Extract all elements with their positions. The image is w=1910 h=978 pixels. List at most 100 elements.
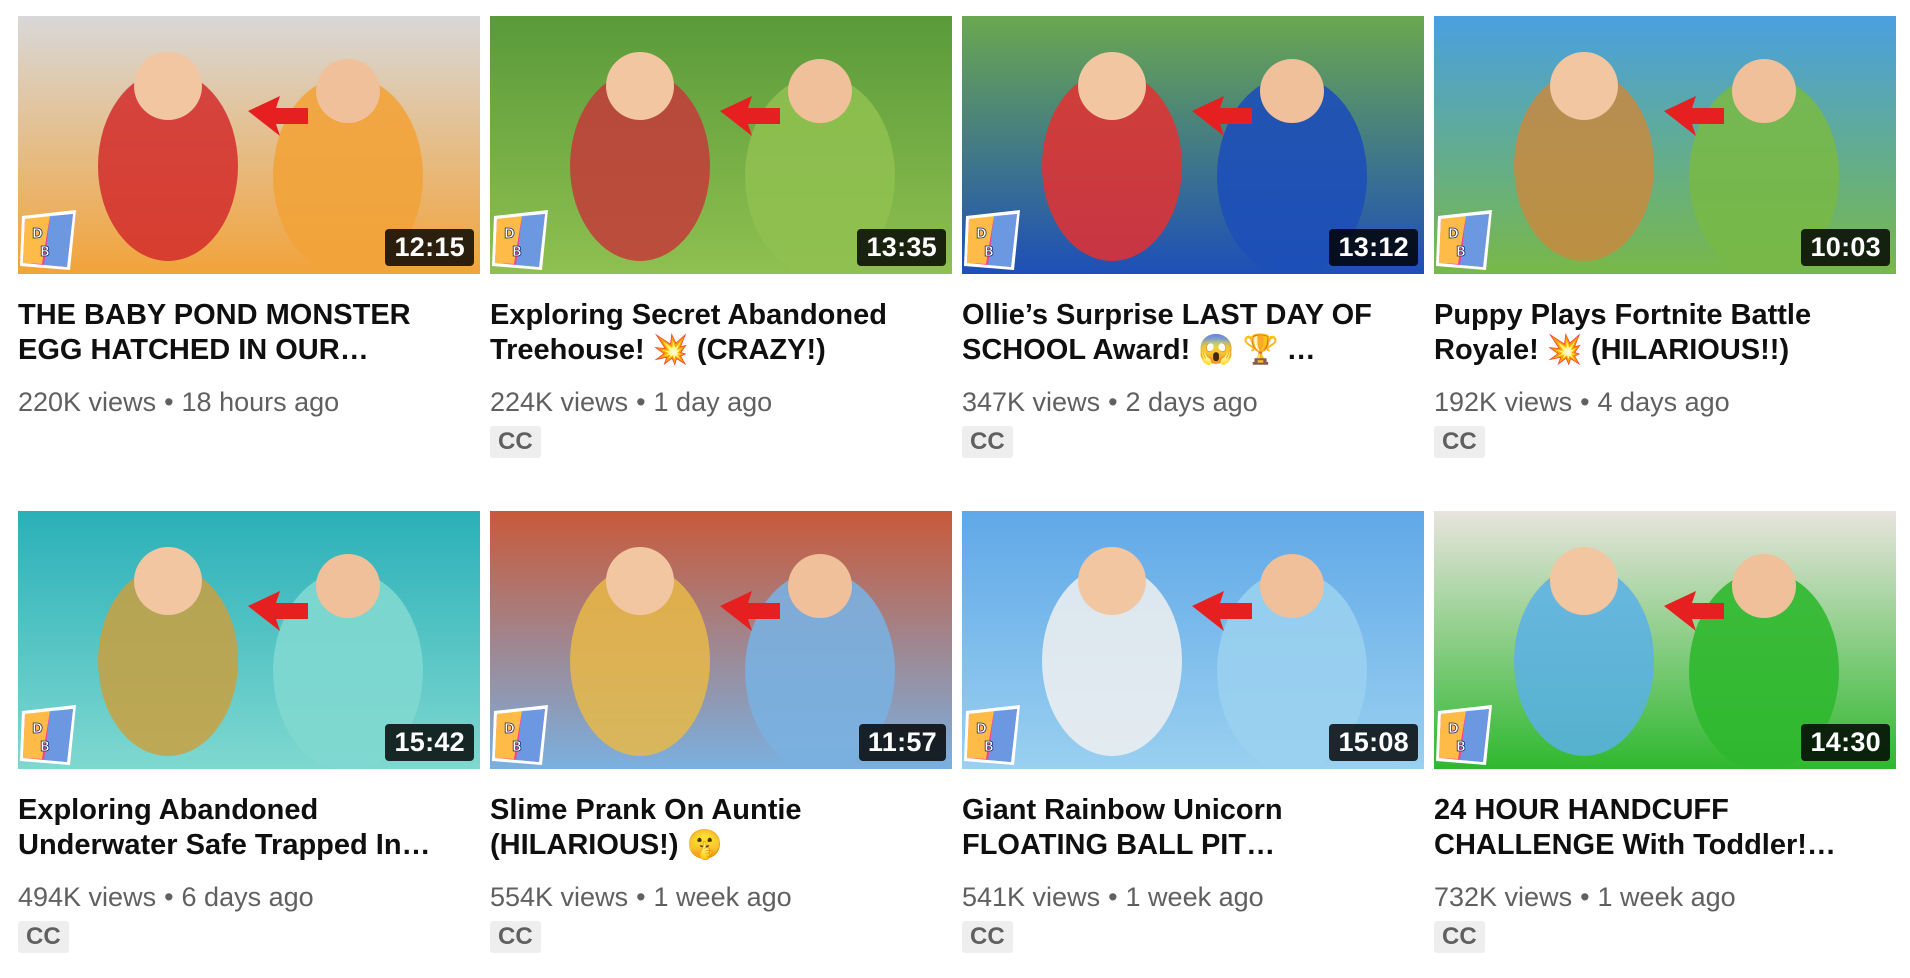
video-card[interactable]: D B 15:42 Exploring Abandoned Underwater… bbox=[18, 511, 480, 978]
svg-text:D: D bbox=[32, 227, 43, 242]
upload-age: 1 week ago bbox=[653, 882, 792, 912]
channel-logo-icon: D B bbox=[1436, 210, 1492, 270]
svg-text:B: B bbox=[512, 740, 522, 755]
svg-text:D: D bbox=[32, 722, 43, 737]
video-card[interactable]: D B 13:12 Ollie’s Surprise LAST DAY OF S… bbox=[962, 16, 1424, 483]
video-title[interactable]: Giant Rainbow Unicorn FLOATING BALL PIT… bbox=[962, 793, 1420, 863]
thumbnail-face-secondary bbox=[1260, 554, 1324, 618]
svg-text:B: B bbox=[984, 245, 994, 260]
meta-separator: • bbox=[164, 387, 174, 417]
video-title[interactable]: THE BABY POND MONSTER EGG HATCHED IN OUR… bbox=[18, 298, 476, 368]
svg-text:D: D bbox=[976, 722, 987, 737]
video-meta: 554K views • 1 week ago bbox=[490, 881, 952, 913]
video-meta: 494K views • 6 days ago bbox=[18, 881, 480, 913]
cc-wrap: CC bbox=[490, 418, 952, 458]
meta-separator: • bbox=[1580, 387, 1590, 417]
video-meta: 347K views • 2 days ago bbox=[962, 386, 1424, 418]
channel-logo-icon: D B bbox=[20, 210, 76, 270]
channel-logo-icon: D B bbox=[492, 705, 548, 765]
channel-logo-icon: D B bbox=[964, 210, 1020, 270]
cc-wrap: CC bbox=[1434, 418, 1896, 458]
view-count: 732K views bbox=[1434, 882, 1573, 912]
thumbnail-face-secondary bbox=[788, 59, 852, 123]
thumbnail-face bbox=[134, 52, 202, 120]
cc-wrap: CC bbox=[1434, 913, 1896, 953]
video-duration: 13:35 bbox=[857, 229, 946, 266]
meta-separator: • bbox=[1580, 882, 1590, 912]
thumbnail-face-secondary bbox=[316, 554, 380, 618]
thumbnail-face bbox=[1550, 52, 1618, 120]
meta-separator: • bbox=[636, 882, 646, 912]
thumbnail-face-secondary bbox=[1732, 554, 1796, 618]
video-meta: 224K views • 1 day ago bbox=[490, 386, 952, 418]
video-grid: D B 12:15 THE BABY POND MONSTER EGG HATC… bbox=[18, 16, 1896, 978]
view-count: 494K views bbox=[18, 882, 157, 912]
video-meta: 541K views • 1 week ago bbox=[962, 881, 1424, 913]
svg-text:B: B bbox=[984, 740, 994, 755]
video-card[interactable]: D B 13:35 Exploring Secret Abandoned Tre… bbox=[490, 16, 952, 483]
video-duration: 11:57 bbox=[858, 724, 946, 761]
video-card[interactable]: D B 15:08 Giant Rainbow Unicorn FLOATING… bbox=[962, 511, 1424, 978]
thumbnail-face bbox=[606, 52, 674, 120]
svg-text:D: D bbox=[504, 722, 515, 737]
video-title[interactable]: Exploring Abandoned Underwater Safe Trap… bbox=[18, 793, 476, 863]
video-thumbnail[interactable]: D B 10:03 bbox=[1434, 16, 1896, 274]
video-thumbnail[interactable]: D B 11:57 bbox=[490, 511, 952, 769]
video-thumbnail[interactable]: D B 14:30 bbox=[1434, 511, 1896, 769]
video-thumbnail[interactable]: D B 12:15 bbox=[18, 16, 480, 274]
meta-separator: • bbox=[164, 882, 174, 912]
video-title[interactable]: Ollie’s Surprise LAST DAY OF SCHOOL Awar… bbox=[962, 298, 1420, 368]
svg-text:D: D bbox=[1448, 722, 1459, 737]
svg-text:D: D bbox=[976, 227, 987, 242]
svg-text:B: B bbox=[40, 740, 50, 755]
channel-logo-icon: D B bbox=[492, 210, 548, 270]
video-card[interactable]: D B 14:30 24 HOUR HANDCUFF CHALLENGE Wit… bbox=[1434, 511, 1896, 978]
video-thumbnail[interactable]: D B 13:12 bbox=[962, 16, 1424, 274]
video-thumbnail[interactable]: D B 15:08 bbox=[962, 511, 1424, 769]
upload-age: 1 day ago bbox=[653, 387, 773, 417]
video-duration: 14:30 bbox=[1801, 724, 1890, 761]
video-card[interactable]: D B 10:03 Puppy Plays Fortnite Battle Ro… bbox=[1434, 16, 1896, 483]
view-count: 347K views bbox=[962, 387, 1101, 417]
video-title[interactable]: Slime Prank On Auntie (HILARIOUS!) 🤫 bbox=[490, 793, 948, 863]
cc-wrap: CC bbox=[18, 913, 480, 953]
video-thumbnail[interactable]: D B 15:42 bbox=[18, 511, 480, 769]
upload-age: 4 days ago bbox=[1597, 387, 1730, 417]
video-title[interactable]: Puppy Plays Fortnite Battle Royale! 💥 (H… bbox=[1434, 298, 1892, 368]
svg-text:B: B bbox=[1456, 245, 1466, 260]
video-thumbnail[interactable]: D B 13:35 bbox=[490, 16, 952, 274]
view-count: 224K views bbox=[490, 387, 629, 417]
video-duration: 15:42 bbox=[385, 724, 474, 761]
upload-age: 1 week ago bbox=[1125, 882, 1264, 912]
cc-badge: CC bbox=[490, 426, 541, 458]
upload-age: 1 week ago bbox=[1597, 882, 1736, 912]
svg-text:B: B bbox=[40, 245, 50, 260]
cc-badge: CC bbox=[1434, 921, 1485, 953]
channel-logo-icon: D B bbox=[1436, 705, 1492, 765]
thumbnail-face-secondary bbox=[1732, 59, 1796, 123]
thumbnail-face bbox=[1078, 52, 1146, 120]
video-meta: 192K views • 4 days ago bbox=[1434, 386, 1896, 418]
cc-wrap: CC bbox=[962, 913, 1424, 953]
thumbnail-face-secondary bbox=[316, 59, 380, 123]
view-count: 541K views bbox=[962, 882, 1101, 912]
view-count: 220K views bbox=[18, 387, 157, 417]
video-card[interactable]: D B 12:15 THE BABY POND MONSTER EGG HATC… bbox=[18, 16, 480, 483]
video-duration: 12:15 bbox=[385, 229, 474, 266]
svg-text:D: D bbox=[504, 227, 515, 242]
thumbnail-face bbox=[1078, 547, 1146, 615]
video-title[interactable]: Exploring Secret Abandoned Treehouse! 💥 … bbox=[490, 298, 948, 368]
video-title[interactable]: 24 HOUR HANDCUFF CHALLENGE With Toddler!… bbox=[1434, 793, 1892, 863]
channel-logo-icon: D B bbox=[20, 705, 76, 765]
channel-logo-icon: D B bbox=[964, 705, 1020, 765]
upload-age: 2 days ago bbox=[1125, 387, 1258, 417]
cc-badge: CC bbox=[490, 921, 541, 953]
view-count: 192K views bbox=[1434, 387, 1573, 417]
video-meta: 220K views • 18 hours ago bbox=[18, 386, 480, 418]
cc-badge: CC bbox=[1434, 426, 1485, 458]
video-meta: 732K views • 1 week ago bbox=[1434, 881, 1896, 913]
thumbnail-face-secondary bbox=[788, 554, 852, 618]
video-card[interactable]: D B 11:57 Slime Prank On Auntie (HILARIO… bbox=[490, 511, 952, 978]
meta-separator: • bbox=[636, 387, 646, 417]
thumbnail-face-secondary bbox=[1260, 59, 1324, 123]
